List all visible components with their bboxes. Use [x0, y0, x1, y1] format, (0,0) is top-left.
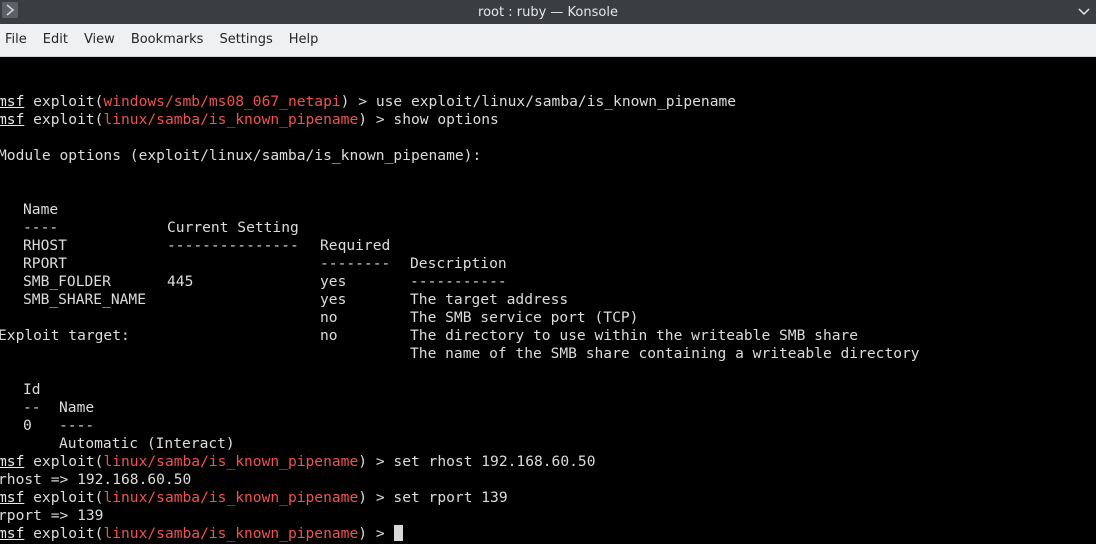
chevron-down-icon[interactable] — [1076, 4, 1092, 20]
module-path: linux/samba/is_known_pipename — [103, 453, 359, 470]
table-row: SMB_FOLDER no The directory to use withi… — [23, 273, 859, 344]
options-table-underline: ---- --------------- -------- ----------… — [23, 219, 507, 290]
prompt-line: msf exploit(linux/samba/is_known_pipenam… — [0, 111, 499, 128]
module-path: windows/smb/ms08_067_netapi — [103, 93, 341, 110]
exploit-target-heading: Exploit target: — [0, 327, 130, 344]
menu-bar: File Edit View Bookmarks Settings Help — [0, 24, 1096, 57]
prompt-line: msf exploit(windows/smb/ms08_067_netapi)… — [0, 93, 737, 110]
menu-help[interactable]: Help — [283, 24, 327, 56]
prompt-line: msf exploit(linux/samba/is_known_pipenam… — [0, 453, 596, 470]
prompt-line: msf exploit(linux/samba/is_known_pipenam… — [0, 489, 508, 506]
table-row: RPORT 445 yes The SMB service port (TCP) — [23, 255, 639, 326]
command-text: set rport 139 — [393, 489, 508, 506]
menu-settings[interactable]: Settings — [213, 24, 280, 56]
module-path: linux/samba/is_known_pipename — [103, 525, 359, 542]
module-options-heading: Module options (exploit/linux/samba/is_k… — [0, 147, 482, 164]
table-row: SMB_SHARE_NAME no The name of the SMB sh… — [23, 291, 920, 362]
module-path: linux/samba/is_known_pipename — [103, 489, 359, 506]
text-cursor[interactable] — [394, 525, 404, 541]
window-title: root : ruby — Konsole — [478, 4, 618, 20]
command-output: rport => 139 — [0, 507, 104, 524]
terminal-output[interactable]: msf exploit(windows/smb/ms08_067_netapi)… — [0, 57, 1096, 544]
module-path: linux/samba/is_known_pipename — [103, 111, 359, 128]
target-table-underline: -- ---- — [23, 399, 95, 434]
konsole-icon[interactable] — [2, 2, 18, 18]
active-prompt-line[interactable]: msf exploit(linux/samba/is_known_pipenam… — [0, 525, 404, 543]
command-text: show options — [393, 111, 499, 128]
command-text: use exploit/linux/samba/is_known_pipenam… — [375, 93, 737, 110]
menu-bookmarks[interactable]: Bookmarks — [125, 24, 212, 56]
table-row: 0 Automatic (Interact) — [23, 417, 235, 452]
table-row: RHOST yes The target address — [23, 237, 569, 308]
options-table-header: Name Current Setting Required Descriptio… — [23, 201, 507, 272]
menu-file[interactable]: File — [0, 24, 35, 56]
command-output: rhost => 192.168.60.50 — [0, 471, 192, 488]
target-table-header: Id Name — [23, 381, 95, 416]
menu-edit[interactable]: Edit — [37, 24, 76, 56]
title-bar: root : ruby — Konsole — [0, 0, 1096, 24]
menu-view[interactable]: View — [78, 24, 123, 56]
command-text: set rhost 192.168.60.50 — [393, 453, 596, 470]
